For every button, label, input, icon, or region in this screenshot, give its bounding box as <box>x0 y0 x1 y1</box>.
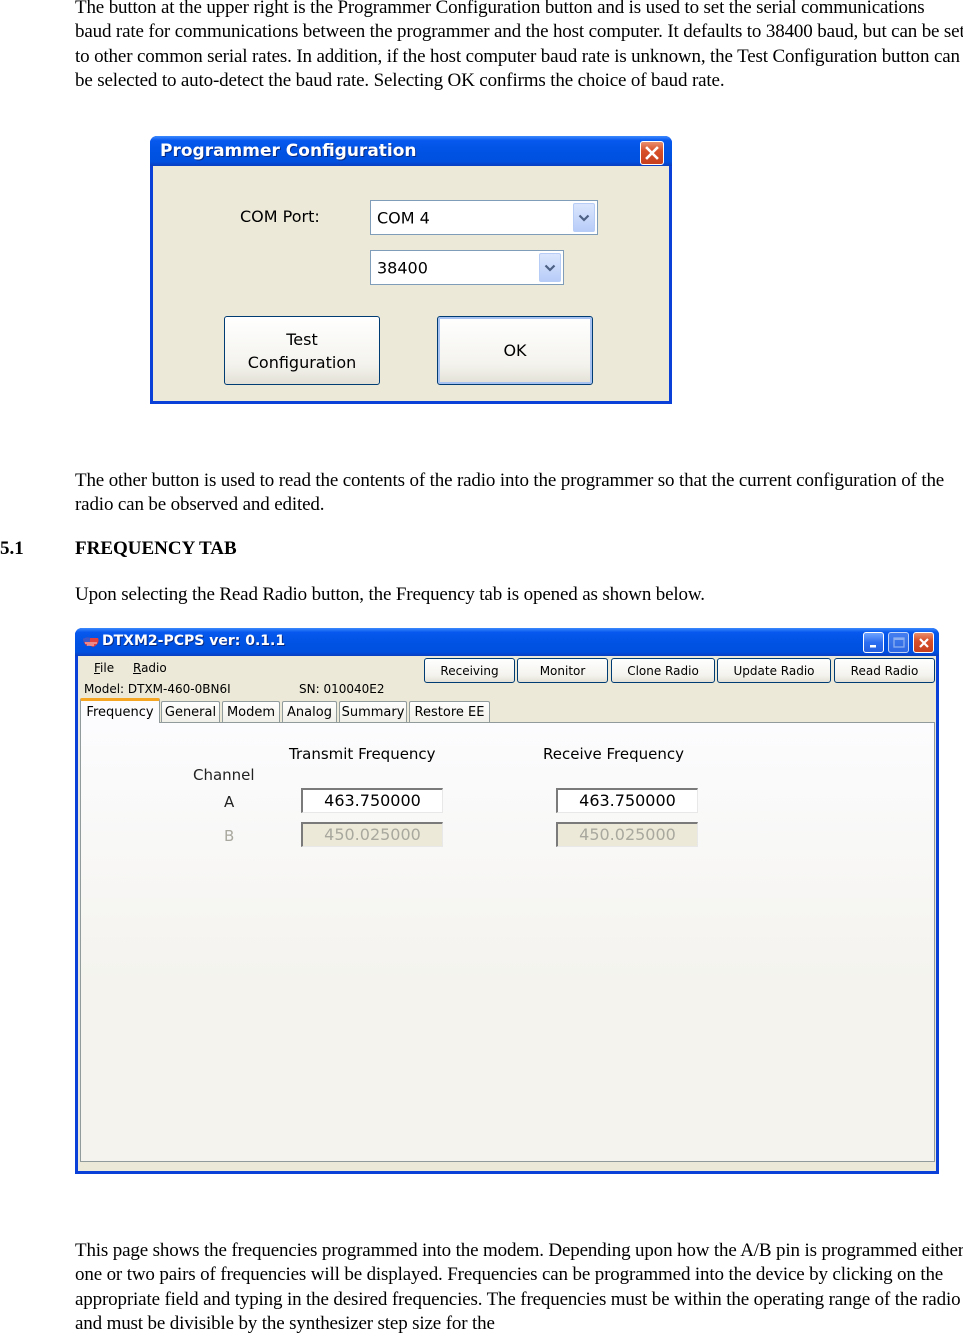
paragraph-frequency-description: This page shows the frequencies programm… <box>75 1240 963 1334</box>
update-radio-button[interactable]: Update Radio <box>717 658 831 683</box>
channel-b-label: B <box>224 827 235 845</box>
app-close-button[interactable] <box>913 632 934 653</box>
dialog-title: Programmer Configuration <box>160 141 417 161</box>
dialog-close-button[interactable] <box>640 141 664 165</box>
tab-restore-ee[interactable]: Restore EE <box>409 701 490 722</box>
receiving-button[interactable]: Receiving <box>424 658 515 683</box>
com-port-label: COM Port: <box>240 207 320 226</box>
menu-radio[interactable]: Radio <box>133 661 167 675</box>
tab-modem[interactable]: Modem <box>222 701 280 722</box>
channel-label: Channel <box>193 766 255 784</box>
tab-analog[interactable]: Analog <box>282 701 337 722</box>
section-title: FREQUENCY TAB <box>75 538 237 559</box>
app-title: DTXM2-PCPS ver: 0.1.1 <box>102 633 286 649</box>
chevron-down-icon <box>578 214 590 222</box>
tab-summary[interactable]: Summary <box>339 701 407 722</box>
baud-rate-dropdown-button[interactable] <box>539 253 561 282</box>
paragraph-read-radio: The other button is used to read the con… <box>75 470 945 516</box>
channel-a-label: A <box>224 793 235 811</box>
model-label: Model: DTXM-460-0BN6I <box>84 682 231 696</box>
flag-map-icon <box>83 637 99 647</box>
app-window: DTXM2-PCPS ver: 0.1.1 File Radio Receivi… <box>75 628 939 1174</box>
channel-a-receive-input[interactable]: 463.750000 <box>556 788 698 813</box>
baud-rate-select[interactable]: 38400 <box>370 250 564 285</box>
menu-bar: File Radio <box>78 656 418 680</box>
tab-frequency[interactable]: Frequency <box>80 698 160 723</box>
com-port-dropdown-button[interactable] <box>573 203 595 232</box>
section-number: 5.1 <box>0 538 24 559</box>
serial-number-label: SN: 010040E2 <box>299 682 385 696</box>
app-title-bar[interactable]: DTXM2-PCPS ver: 0.1.1 <box>75 628 939 656</box>
dialog-title-bar[interactable]: Programmer Configuration <box>150 136 672 166</box>
test-configuration-button[interactable]: Test Configuration <box>224 316 380 385</box>
read-radio-button[interactable]: Read Radio <box>834 658 935 683</box>
tab-general[interactable]: General <box>161 701 220 722</box>
monitor-button[interactable]: Monitor <box>517 658 608 683</box>
minimize-button[interactable] <box>863 632 884 653</box>
tab-strip: Frequency General Modem Analog Summary R… <box>80 698 940 723</box>
paragraph-intro: The button at the upper right is the Pro… <box>75 0 963 91</box>
channel-b-transmit-input: 450.025000 <box>301 822 443 847</box>
paragraph-frequency-tab: Upon selecting the Read Radio button, th… <box>75 584 705 605</box>
clone-radio-button[interactable]: Clone Radio <box>611 658 715 683</box>
channel-a-transmit-input[interactable]: 463.750000 <box>301 788 443 813</box>
programmer-config-dialog: Programmer Configuration COM Port: COM 4… <box>150 136 672 404</box>
menu-file[interactable]: File <box>94 661 114 675</box>
chevron-down-icon <box>544 264 556 272</box>
transmit-frequency-header: Transmit Frequency <box>289 745 436 763</box>
close-icon <box>918 637 929 648</box>
app-body: File Radio Receiving Monitor Clone Radio… <box>78 656 936 1171</box>
close-icon <box>645 146 659 160</box>
ok-button[interactable]: OK <box>437 316 593 385</box>
maximize-button[interactable] <box>888 632 909 653</box>
frequency-tab-panel: Transmit Frequency Receive Frequency Cha… <box>80 722 935 1162</box>
minimize-icon <box>869 644 876 647</box>
maximize-icon <box>892 637 905 648</box>
channel-b-receive-input: 450.025000 <box>556 822 698 847</box>
dialog-body: COM Port: COM 4 38400 Test Configuration… <box>153 166 669 401</box>
receive-frequency-header: Receive Frequency <box>543 745 684 763</box>
com-port-select[interactable]: COM 4 <box>370 200 598 235</box>
